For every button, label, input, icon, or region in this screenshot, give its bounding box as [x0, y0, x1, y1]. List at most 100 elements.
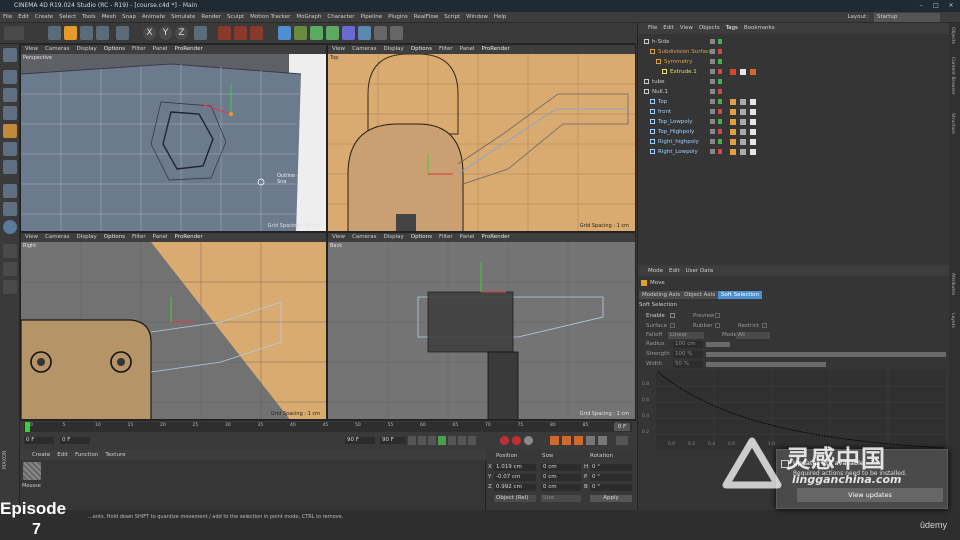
object-tag-icon[interactable]	[740, 129, 746, 135]
visibility-toggle-icon[interactable]	[710, 39, 715, 44]
enable-toggle-icon[interactable]	[718, 119, 722, 124]
tweak-mode-icon[interactable]	[3, 202, 17, 216]
vp-menu-panel[interactable]: Panel	[460, 46, 475, 52]
light-icon[interactable]	[390, 26, 403, 40]
rubber-checkbox[interactable]	[715, 323, 720, 328]
object-row[interactable]: Extrude.1	[638, 67, 950, 77]
solo-icon[interactable]	[3, 280, 17, 294]
object-tag-icon[interactable]	[730, 119, 736, 125]
previous-key-icon[interactable]	[418, 436, 426, 445]
enable-toggle-icon[interactable]	[718, 89, 722, 94]
render-settings-icon[interactable]	[250, 26, 263, 40]
axis-x-button[interactable]: X	[143, 26, 156, 40]
vp-menu-filter[interactable]: Filter	[132, 46, 146, 52]
menu-window[interactable]: Window	[463, 12, 491, 23]
object-row[interactable]: Null.1	[638, 87, 950, 97]
visibility-toggle-icon[interactable]	[710, 129, 715, 134]
menu-plugins[interactable]: Plugins	[385, 12, 411, 23]
minimize-icon[interactable]: –	[914, 0, 928, 12]
vp-menu-view[interactable]: View	[25, 46, 38, 52]
axis-mode-icon[interactable]	[3, 184, 17, 198]
rotate-icon[interactable]	[96, 26, 109, 40]
enable-toggle-icon[interactable]	[718, 139, 722, 144]
vp-menu-panel[interactable]: Panel	[460, 234, 475, 240]
vp-menu-display[interactable]: Display	[77, 46, 97, 52]
texture-mode-icon[interactable]	[3, 88, 17, 102]
vp-menu-options[interactable]: Options	[104, 234, 125, 240]
vp-menu-prorender[interactable]: ProRender	[175, 234, 203, 240]
vp-menu-display[interactable]: Display	[384, 46, 404, 52]
object-tag-icon[interactable]	[740, 69, 746, 75]
vp-menu-display[interactable]: Display	[384, 234, 404, 240]
preview-end-field[interactable]: 90 F	[380, 437, 406, 444]
enable-toggle-icon[interactable]	[718, 69, 722, 74]
workplane-icon[interactable]	[3, 262, 17, 276]
make-editable-icon[interactable]	[3, 48, 17, 62]
om-menu-view[interactable]: View	[680, 25, 693, 31]
om-menu-objects[interactable]: Objects	[699, 25, 720, 31]
camera-icon[interactable]	[374, 26, 387, 40]
preview-checkbox[interactable]	[715, 313, 720, 318]
visibility-toggle-icon[interactable]	[710, 79, 715, 84]
current-frame-field[interactable]: 0 F	[24, 437, 54, 444]
menu-help[interactable]: Help	[491, 12, 510, 23]
enable-toggle-icon[interactable]	[718, 99, 722, 104]
visibility-toggle-icon[interactable]	[710, 59, 715, 64]
next-key-icon[interactable]	[458, 436, 466, 445]
object-tag-icon[interactable]	[750, 119, 756, 125]
model-mode-icon[interactable]	[3, 70, 17, 84]
am-menu-edit[interactable]: Edit	[669, 268, 680, 274]
previous-frame-icon[interactable]	[428, 436, 436, 445]
object-tag-icon[interactable]	[750, 109, 756, 115]
vp-menu-filter[interactable]: Filter	[439, 46, 453, 52]
mat-menu-create[interactable]: Create	[32, 452, 50, 458]
environment-icon[interactable]	[358, 26, 371, 40]
object-tag-icon[interactable]	[730, 129, 736, 135]
enable-toggle-icon[interactable]	[718, 79, 722, 84]
object-tag-icon[interactable]	[730, 99, 736, 105]
vp-menu-prorender[interactable]: ProRender	[175, 46, 203, 52]
edges-mode-icon[interactable]	[3, 142, 17, 156]
width-field[interactable]: 50 %	[673, 361, 703, 368]
select-icon[interactable]	[48, 26, 61, 40]
go-to-start-icon[interactable]	[408, 436, 416, 445]
vp-menu-display[interactable]: Display	[77, 234, 97, 240]
visibility-toggle-icon[interactable]	[710, 149, 715, 154]
enable-toggle-icon[interactable]	[718, 59, 722, 64]
snap-icon[interactable]	[3, 220, 17, 234]
tab-attributes[interactable]: Attributes	[950, 273, 955, 295]
menu-mograph[interactable]: MoGraph	[293, 12, 324, 23]
tab-objects[interactable]: Objects	[950, 27, 955, 44]
object-tag-icon[interactable]	[730, 139, 736, 145]
cube-icon[interactable]	[278, 26, 291, 40]
menu-animate[interactable]: Animate	[139, 12, 168, 23]
object-tag-icon[interactable]	[740, 139, 746, 145]
tab-content-browser[interactable]: Content Browser	[950, 57, 955, 95]
vp-menu-view[interactable]: View	[332, 46, 345, 52]
coord-p-rotation[interactable]: 0 °	[590, 474, 632, 481]
viewport-perspective[interactable]: View Cameras Display Options Filter Panel ProR…	[20, 44, 327, 232]
coord-mode-dropdown[interactable]: Object (Rel)	[494, 495, 536, 502]
material-thumbnail[interactable]	[23, 462, 41, 480]
object-tag-icon[interactable]	[740, 109, 746, 115]
tab-structure[interactable]: Structure	[950, 113, 955, 134]
vp-menu-panel[interactable]: Panel	[153, 234, 168, 240]
object-tag-icon[interactable]	[730, 109, 736, 115]
object-tag-icon[interactable]	[750, 129, 756, 135]
width-slider[interactable]	[706, 362, 826, 367]
enable-toggle-icon[interactable]	[718, 149, 722, 154]
viewport-back[interactable]: View Cameras Display Options Filter Panel ProR…	[327, 232, 636, 420]
object-tag-icon[interactable]	[750, 139, 756, 145]
tab-modeling-axis[interactable]: Modeling Axis	[639, 291, 684, 299]
menu-create[interactable]: Create	[32, 12, 56, 23]
play-icon[interactable]	[438, 436, 446, 445]
menu-mesh[interactable]: Mesh	[99, 12, 119, 23]
close-icon[interactable]: ×	[944, 0, 958, 12]
vp-menu-options[interactable]: Options	[411, 46, 432, 52]
vp-menu-prorender[interactable]: ProRender	[482, 234, 510, 240]
enable-toggle-icon[interactable]	[718, 109, 722, 114]
object-tag-icon[interactable]	[750, 69, 756, 75]
vp-menu-view[interactable]: View	[332, 234, 345, 240]
vp-menu-prorender[interactable]: ProRender	[482, 46, 510, 52]
am-menu-mode[interactable]: Mode	[648, 268, 663, 274]
